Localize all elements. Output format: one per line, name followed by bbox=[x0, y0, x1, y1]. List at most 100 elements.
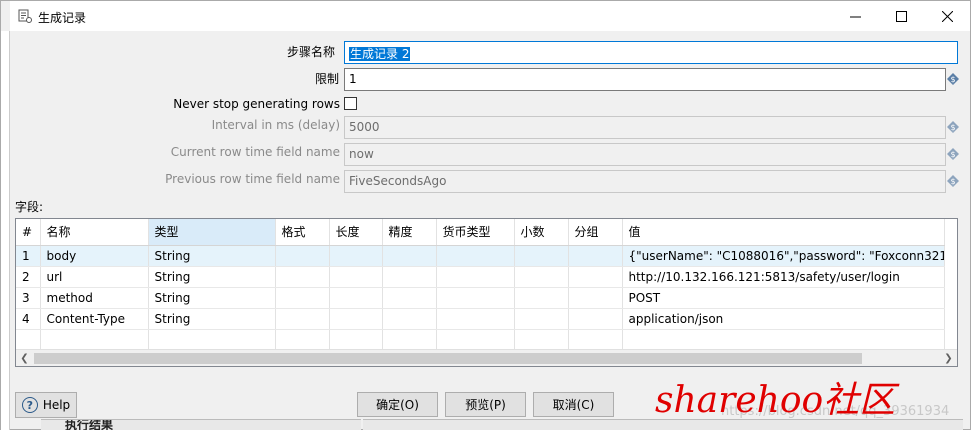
cell-group[interactable] bbox=[568, 266, 623, 288]
cell-currency[interactable] bbox=[436, 266, 515, 288]
column-header-length[interactable]: 长度 bbox=[329, 219, 383, 246]
variable-icon[interactable]: $ bbox=[947, 175, 959, 187]
current-time-label: Current row time field name bbox=[170, 145, 340, 159]
dialog-window: 执行结果 生成记录 步骤名称 生成记录 2 限制 1 $ Never stop … bbox=[0, 0, 971, 430]
limit-field[interactable]: 1 bbox=[344, 68, 946, 91]
minimize-icon bbox=[849, 16, 861, 17]
cell-length[interactable] bbox=[329, 287, 383, 309]
close-button[interactable] bbox=[924, 1, 970, 31]
row-number: 3 bbox=[16, 287, 41, 309]
cell-group[interactable] bbox=[568, 245, 623, 267]
row-number: 1 bbox=[16, 245, 41, 267]
cell-name[interactable]: method bbox=[40, 287, 149, 309]
previous-time-value: FiveSecondsAgo bbox=[349, 174, 447, 188]
cell-format[interactable] bbox=[275, 266, 330, 288]
cell-precision[interactable] bbox=[382, 266, 437, 288]
cell-name[interactable]: body bbox=[40, 245, 149, 267]
cell-type[interactable]: String bbox=[148, 287, 276, 309]
cell-decimal[interactable] bbox=[514, 287, 569, 309]
scroll-right-icon[interactable]: ❯ bbox=[940, 350, 957, 366]
table-row[interactable]: 3 method String POST bbox=[16, 287, 945, 309]
column-header-decimal[interactable]: 小数 bbox=[514, 219, 569, 246]
row-number: 2 bbox=[16, 266, 41, 288]
cell-decimal[interactable] bbox=[514, 308, 569, 330]
maximize-icon bbox=[895, 10, 907, 22]
ok-button[interactable]: 确定(O) bbox=[357, 392, 438, 417]
variable-icon[interactable]: $ bbox=[947, 121, 959, 133]
title-bar[interactable]: 生成记录 bbox=[10, 1, 970, 31]
column-header-currency[interactable]: 货币类型 bbox=[436, 219, 515, 246]
maximize-button[interactable] bbox=[878, 1, 924, 31]
window-title: 生成记录 bbox=[38, 11, 87, 25]
cell-value[interactable]: http://10.132.166.121:5813/safety/user/l… bbox=[622, 266, 945, 288]
previous-time-label: Previous row time field name bbox=[165, 172, 340, 186]
cancel-button[interactable]: 取消(C) bbox=[533, 392, 614, 417]
cell-precision[interactable] bbox=[382, 308, 437, 330]
interval-value: 5000 bbox=[349, 120, 380, 134]
interval-label: Interval in ms (delay) bbox=[211, 118, 340, 132]
cell-value[interactable]: {"userName": "C1088016","password": "Fox… bbox=[622, 245, 945, 267]
row-number: 4 bbox=[16, 308, 41, 330]
scrollbar-thumb[interactable] bbox=[34, 353, 862, 364]
column-header-index[interactable]: # bbox=[16, 219, 41, 246]
cell-value[interactable]: application/json bbox=[622, 308, 945, 330]
cell-decimal[interactable] bbox=[514, 245, 569, 267]
table-row[interactable]: 2 url String http://10.132.166.121:5813/… bbox=[16, 266, 945, 288]
current-time-value: now bbox=[349, 147, 374, 161]
never-stop-label: Never stop generating rows bbox=[173, 97, 340, 111]
minimize-button[interactable] bbox=[832, 1, 878, 31]
current-time-field[interactable]: now bbox=[344, 143, 946, 166]
fields-label: 字段: bbox=[15, 200, 44, 214]
cell-name[interactable]: Content-Type bbox=[40, 308, 149, 330]
cell-currency[interactable] bbox=[436, 245, 515, 267]
previous-time-field[interactable]: FiveSecondsAgo bbox=[344, 170, 946, 193]
cell-type[interactable]: String bbox=[148, 308, 276, 330]
column-header-name[interactable]: 名称 bbox=[40, 219, 149, 246]
column-header-value[interactable]: 值 bbox=[622, 219, 945, 246]
preview-button[interactable]: 预览(P) bbox=[445, 392, 526, 417]
cell-length[interactable] bbox=[329, 308, 383, 330]
cell-currency[interactable] bbox=[436, 287, 515, 309]
cell-format[interactable] bbox=[275, 287, 330, 309]
cell-currency[interactable] bbox=[436, 308, 515, 330]
column-header-type[interactable]: 类型 bbox=[148, 219, 276, 246]
variable-icon[interactable]: $ bbox=[947, 148, 959, 160]
cell-length[interactable] bbox=[329, 245, 383, 267]
never-stop-checkbox[interactable] bbox=[344, 97, 357, 110]
horizontal-scrollbar[interactable]: ❮ ❯ bbox=[16, 349, 957, 366]
scroll-left-icon[interactable]: ❮ bbox=[16, 350, 33, 366]
cell-type[interactable]: String bbox=[148, 266, 276, 288]
cell-precision[interactable] bbox=[382, 245, 437, 267]
cell-type[interactable]: String bbox=[148, 245, 276, 267]
cell-value[interactable]: POST bbox=[622, 287, 945, 309]
cell-group[interactable] bbox=[568, 308, 623, 330]
step-name-value: 生成记录 2 bbox=[349, 47, 411, 61]
fields-table[interactable]: # 名称 类型 格式 长度 精度 货币类型 小数 分组 值 1 body Str… bbox=[15, 218, 958, 367]
svg-text:$: $ bbox=[950, 177, 955, 186]
column-header-format[interactable]: 格式 bbox=[275, 219, 330, 246]
cell-length[interactable] bbox=[329, 266, 383, 288]
step-name-label: 步骤名称 bbox=[286, 45, 335, 59]
variable-icon[interactable]: $ bbox=[947, 73, 959, 85]
cell-format[interactable] bbox=[275, 308, 330, 330]
svg-text:$: $ bbox=[950, 75, 955, 84]
svg-text:$: $ bbox=[950, 150, 955, 159]
table-row[interactable]: 1 body String {"userName": "C1088016","p… bbox=[16, 245, 945, 267]
help-button[interactable]: ? Help bbox=[15, 392, 77, 418]
table-header-row: # 名称 类型 格式 长度 精度 货币类型 小数 分组 值 bbox=[16, 219, 945, 246]
column-header-precision[interactable]: 精度 bbox=[382, 219, 437, 246]
svg-text:$: $ bbox=[950, 123, 955, 132]
cell-format[interactable] bbox=[275, 245, 330, 267]
help-button-label: Help bbox=[42, 398, 71, 412]
watermark-text: sharehoo社区 bbox=[655, 380, 896, 421]
limit-label: 限制 bbox=[314, 72, 339, 86]
table-row-empty[interactable] bbox=[16, 329, 945, 351]
cell-name[interactable]: url bbox=[40, 266, 149, 288]
step-name-field[interactable]: 生成记录 2 bbox=[344, 41, 958, 64]
interval-field[interactable]: 5000 bbox=[344, 116, 946, 139]
cell-precision[interactable] bbox=[382, 287, 437, 309]
table-row[interactable]: 4 Content-Type String application/json bbox=[16, 308, 945, 330]
cell-decimal[interactable] bbox=[514, 266, 569, 288]
cell-group[interactable] bbox=[568, 287, 623, 309]
column-header-group[interactable]: 分组 bbox=[568, 219, 623, 246]
